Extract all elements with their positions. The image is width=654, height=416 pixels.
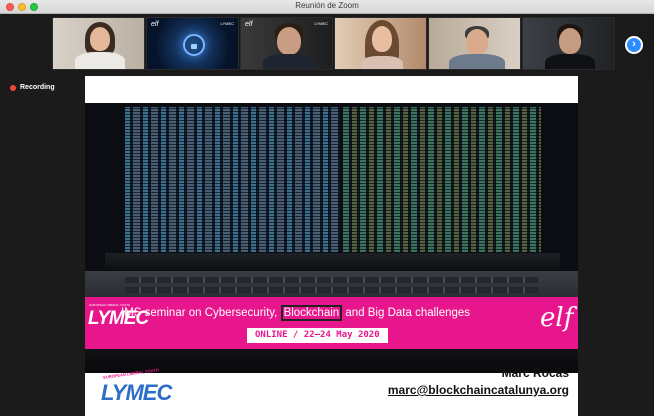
elf-logo-mini: elf (151, 21, 159, 28)
code-screen-left (125, 107, 340, 252)
seminar-banner: EUROPEAN LIBERAL YOUTH LYMEC IMS seminar… (85, 297, 578, 349)
shared-screen-slide: EUROPEAN LIBERAL YOUTH LYMEC IMS seminar… (85, 76, 578, 416)
recording-label: Recording (20, 84, 55, 91)
record-dot-icon (10, 84, 16, 91)
elf-logo-mini: elf (245, 21, 253, 28)
lymec-wordmark: LYMEC (101, 380, 172, 405)
seminar-title: IMS seminar on Cybersecurity, Blockchain… (121, 305, 471, 321)
participant-video-5[interactable] (428, 17, 521, 70)
participant-video-3[interactable]: elf LYMEC (240, 17, 333, 70)
lymec-logo-mini: LYMEC (314, 21, 328, 26)
speaker-email[interactable]: marc@blockchaincatalunya.org (388, 383, 569, 397)
participant-strip: elf LYMEC elf LYMEC › (0, 14, 654, 76)
speaker-info: Marc Rocas marc@blockchaincatalunya.org (388, 366, 569, 397)
code-screen-right (343, 107, 541, 252)
speaker-name: Marc Rocas (501, 366, 569, 380)
title-bar: Reunión de Zoom (0, 0, 654, 14)
participant-video-6[interactable] (522, 17, 615, 70)
participant-video-2[interactable]: elf LYMEC (146, 17, 239, 70)
blockchain-highlight: Blockchain (280, 305, 343, 321)
elf-logo: elf (540, 303, 574, 333)
lymec-logo-mini: LYMEC (220, 21, 234, 26)
participant-video-1[interactable] (52, 17, 145, 70)
chevron-right-icon[interactable]: › (625, 36, 643, 54)
seminar-date: ONLINE / 22–24 May 2020 (247, 328, 388, 343)
participant-video-4[interactable] (334, 17, 427, 70)
window-title: Reunión de Zoom (295, 1, 359, 10)
zoom-window: Reunión de Zoom elf LYMEC elf LYMEC › Re… (0, 0, 654, 416)
lock-icon (183, 34, 205, 56)
lymec-logo: EUROPEAN LIBERAL YOUTH LYMEC (101, 367, 172, 406)
recording-indicator: Recording (10, 84, 55, 91)
